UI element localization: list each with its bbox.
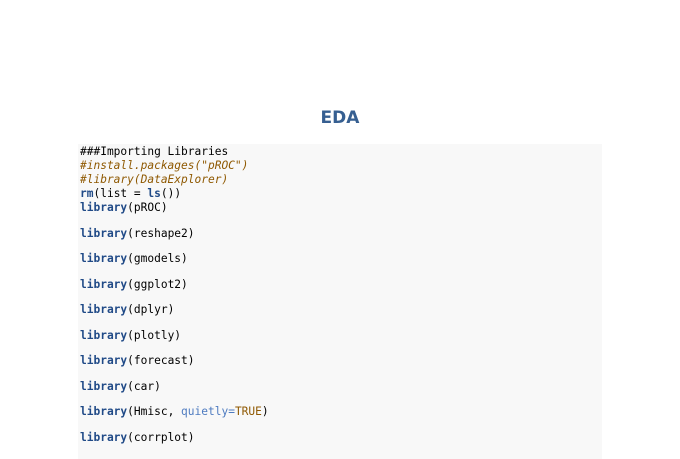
document-title: EDA [320,108,360,128]
code-line-library-corrplot: library(corrplot) [80,431,195,445]
library-keyword: library [80,329,128,342]
library-keyword: library [80,252,128,265]
code-line-header-comment: ###Importing Libraries [80,145,229,158]
library-arg: (car) [127,380,161,393]
code-block: ###Importing Libraries #install.packages… [78,144,602,459]
library-keyword: library [80,227,128,240]
library-keyword: library [80,405,128,418]
code-line-library-plotly: library(plotly) [80,329,181,343]
code-line-library-dplyr: library(dplyr) [80,303,174,317]
code-line-library-hmisc: library(Hmisc, quietly=TRUE) [80,405,269,419]
library-arg: (Hmisc, [127,405,182,418]
rm-args: (list = [93,187,148,200]
library-arg: (plotly) [127,329,182,342]
library-arg: (ggplot2) [127,278,188,291]
rm-function: rm [80,187,94,200]
quietly-argument: quietly= [181,405,235,418]
library-arg: (corrplot) [127,431,195,444]
code-line-library-proc: library(pROC) [80,201,168,215]
code-line-rm: rm(list = ls()) [80,187,181,201]
true-constant: TRUE [234,405,262,418]
code-line-install-comment: #install.packages("pROC") [80,159,249,172]
library-keyword: library [80,278,128,291]
library-keyword: library [80,303,128,316]
library-arg: (reshape2) [127,227,195,240]
library-keyword: library [80,380,128,393]
code-line-library-car: library(car) [80,380,161,394]
code-line-library-comment: #library(DataExplorer) [80,173,229,186]
ls-function: ls [147,187,161,200]
library-arg: (gmodels) [127,252,188,265]
library-keyword: library [80,354,128,367]
library-arg: (forecast) [127,354,195,367]
library-keyword: library [80,201,128,214]
library-close: ) [261,405,269,418]
code-line-library-forecast: library(forecast) [80,354,195,368]
rm-close: ()) [160,187,182,200]
code-line-library-reshape2: library(reshape2) [80,227,195,241]
library-keyword: library [80,431,128,444]
library-arg: (dplyr) [127,303,175,316]
library-arg: (pROC) [127,201,168,214]
code-line-library-gmodels: library(gmodels) [80,252,188,266]
code-line-library-ggplot2: library(ggplot2) [80,278,188,292]
